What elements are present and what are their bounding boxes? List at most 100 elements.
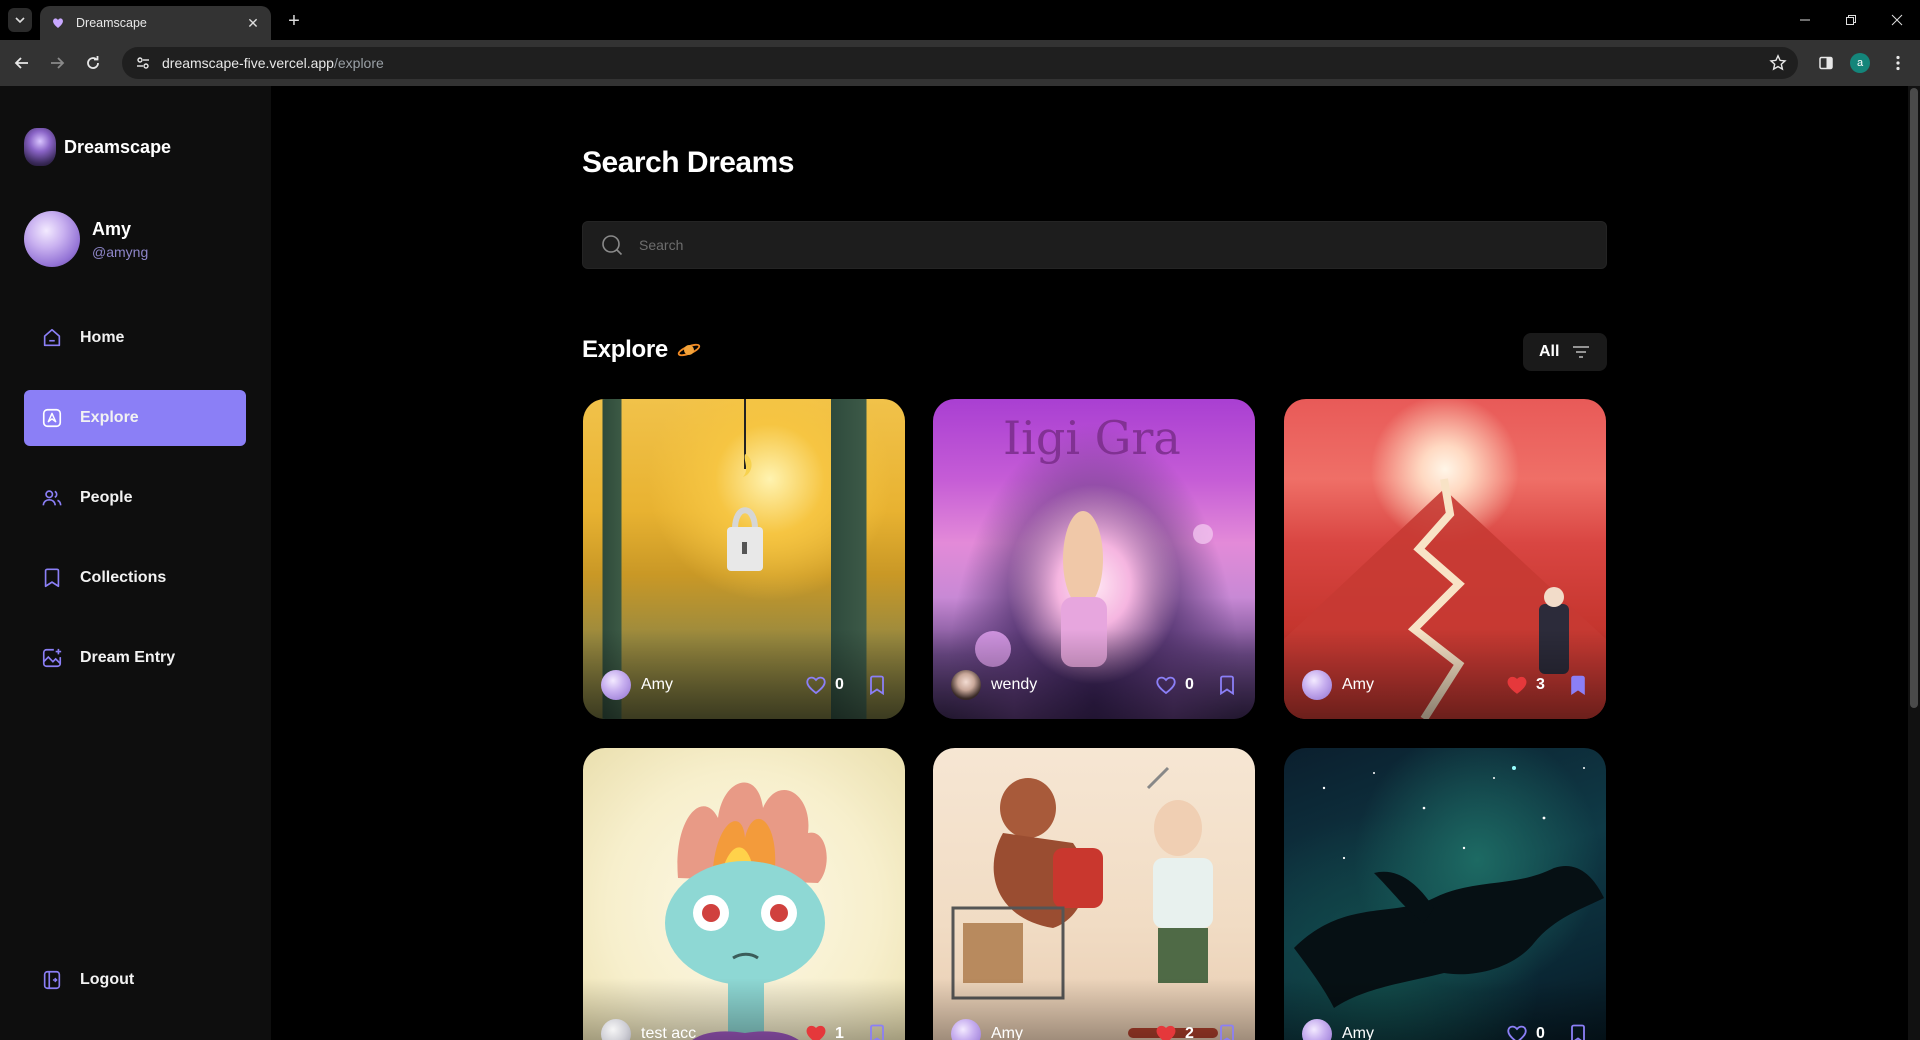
home-icon (40, 326, 64, 350)
dream-card[interactable]: Amy 0 (583, 399, 905, 719)
bookmark-icon (40, 566, 64, 590)
dream-card[interactable]: Iigi Gra wendy 0 (933, 399, 1255, 719)
profile-avatar[interactable]: a (1850, 53, 1870, 73)
brand[interactable]: Dreamscape (24, 128, 171, 166)
address-bar[interactable]: dreamscape-five.vercel.app/explore (122, 47, 1798, 79)
browser-tab[interactable]: Dreamscape ✕ (40, 6, 271, 40)
dream-card[interactable]: Amy 0 (1284, 748, 1606, 1040)
bookmark-icon[interactable] (867, 674, 887, 696)
back-button[interactable] (8, 49, 36, 77)
like-count: 1 (835, 1025, 844, 1040)
heart-icon[interactable] (1506, 1023, 1528, 1040)
arrow-left-icon (14, 57, 28, 69)
card-footer: Amy 0 (1302, 1018, 1588, 1040)
card-author[interactable]: wendy (991, 676, 1155, 694)
browser-tab-bar: Dreamscape ✕ + (0, 0, 1920, 40)
like-count: 3 (1536, 676, 1545, 693)
url-text: dreamscape-five.vercel.app/explore (162, 55, 384, 71)
avatar[interactable] (601, 1019, 631, 1040)
section-heading: Explore (582, 336, 702, 364)
explore-icon (40, 406, 64, 430)
sidebar-item-label: Home (80, 329, 125, 346)
minimize-icon (1800, 19, 1810, 21)
card-author[interactable]: Amy (1342, 676, 1506, 694)
avatar[interactable] (601, 670, 631, 700)
page-title: Search Dreams (582, 146, 794, 179)
card-footer: Amy 3 (1302, 669, 1588, 701)
tab-search-button[interactable] (8, 8, 32, 32)
card-author[interactable]: Amy (641, 676, 805, 694)
bookmark-icon[interactable] (1217, 674, 1237, 696)
heart-icon[interactable] (1155, 674, 1177, 696)
logout-label: Logout (80, 971, 135, 988)
bookmark-filled-icon[interactable] (1568, 674, 1588, 696)
filter-dropdown[interactable]: All (1523, 333, 1607, 371)
main-content: Search Dreams Explore All (271, 86, 1920, 1040)
dream-card[interactable]: Amy 3 (1284, 399, 1606, 719)
sidebar-item-label: Dream Entry (80, 649, 176, 666)
heart-filled-icon[interactable] (1155, 1023, 1177, 1040)
logout-button[interactable]: Logout (24, 952, 246, 1008)
tab-title: Dreamscape (76, 16, 147, 30)
card-author[interactable]: Amy (1342, 1025, 1506, 1040)
minimize-window-button[interactable] (1782, 0, 1828, 40)
dream-card[interactable]: Amy 2 (933, 748, 1255, 1040)
section-title: Explore (582, 336, 668, 363)
user-profile[interactable]: Amy @amyng (24, 211, 148, 267)
search-input[interactable] (639, 237, 1539, 253)
sidebar: Dreamscape Amy @amyng Home Explore Peopl… (0, 86, 271, 1040)
new-tab-button[interactable]: + (282, 9, 306, 33)
side-panel-icon[interactable] (1816, 53, 1836, 73)
avatar[interactable] (951, 1019, 981, 1040)
sidebar-item-dream-entry[interactable]: Dream Entry (24, 630, 246, 686)
forward-button[interactable] (43, 49, 71, 77)
card-footer: Amy 0 (601, 669, 887, 701)
sidebar-item-people[interactable]: People (24, 470, 246, 526)
close-window-button[interactable] (1874, 0, 1920, 40)
like-count: 0 (835, 676, 844, 693)
scrollbar[interactable] (1908, 86, 1920, 1040)
svg-text:Iigi Gra: Iigi Gra (1003, 411, 1181, 465)
restore-window-button[interactable] (1828, 0, 1874, 40)
close-icon (1891, 14, 1903, 26)
like-count: 0 (1185, 676, 1194, 693)
card-footer: Amy 2 (951, 1018, 1237, 1040)
bookmark-icon[interactable] (1568, 1023, 1588, 1040)
bookmark-icon[interactable] (1217, 1023, 1237, 1040)
sidebar-item-explore[interactable]: Explore (24, 390, 246, 446)
card-author[interactable]: test acc (641, 1025, 805, 1040)
sidebar-item-label: People (80, 489, 133, 506)
avatar[interactable] (951, 670, 981, 700)
dreamscape-favicon-icon (50, 15, 66, 31)
sidebar-item-label: Collections (80, 569, 167, 586)
site-info-icon[interactable] (134, 54, 152, 72)
dream-card[interactable]: test acc 1 (583, 748, 905, 1040)
bookmark-icon[interactable] (867, 1023, 887, 1040)
avatar[interactable] (1302, 1019, 1332, 1040)
people-icon (40, 486, 64, 510)
avatar (24, 211, 80, 267)
chevron-down-icon (15, 17, 25, 24)
sidebar-item-collections[interactable]: Collections (24, 550, 246, 606)
browser-toolbar: dreamscape-five.vercel.app/explore a (0, 40, 1920, 86)
close-tab-icon[interactable]: ✕ (245, 15, 261, 31)
restore-icon (1846, 15, 1856, 25)
arrow-right-icon (51, 57, 65, 69)
heart-icon[interactable] (805, 674, 827, 696)
heart-filled-icon[interactable] (1506, 674, 1528, 696)
card-author[interactable]: Amy (991, 1025, 1155, 1040)
reload-button[interactable] (79, 49, 107, 77)
avatar[interactable] (1302, 670, 1332, 700)
heart-filled-icon[interactable] (805, 1023, 827, 1040)
card-footer: test acc 1 (601, 1018, 887, 1040)
app-viewport: Dreamscape Amy @amyng Home Explore Peopl… (0, 86, 1920, 1040)
search-bar[interactable] (582, 221, 1607, 269)
logout-icon (40, 968, 64, 992)
search-icon (599, 232, 625, 258)
scrollbar-thumb[interactable] (1910, 88, 1918, 708)
sidebar-item-home[interactable]: Home (24, 310, 246, 366)
bookmark-star-icon[interactable] (1768, 53, 1788, 73)
reload-icon (87, 56, 99, 69)
image-plus-icon (40, 646, 64, 670)
browser-menu-icon[interactable] (1888, 53, 1908, 73)
